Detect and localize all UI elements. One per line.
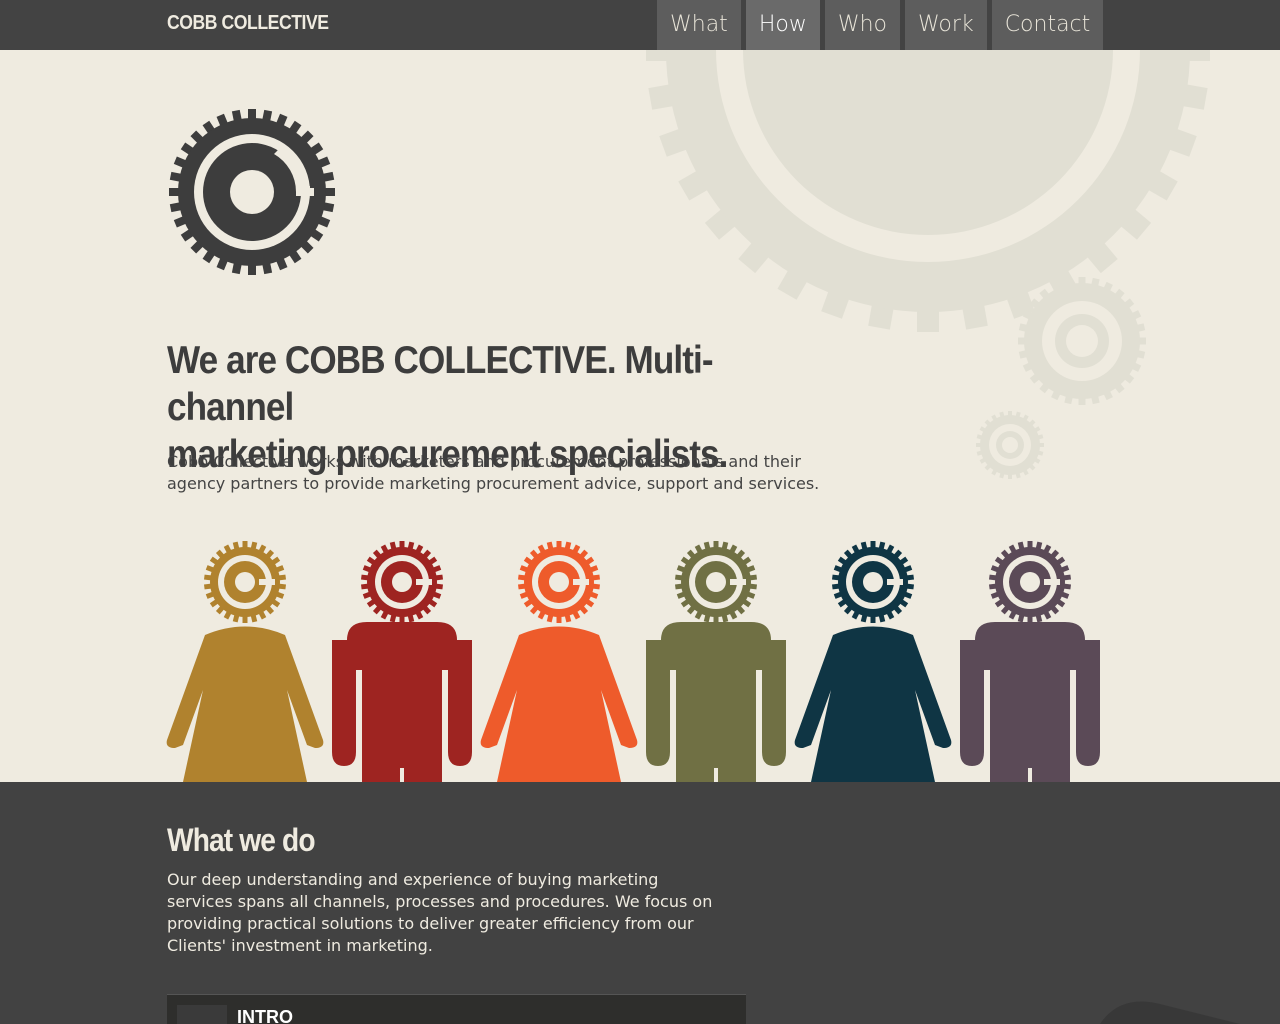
- intro-line-1: Cobb Collective works with marketers and…: [167, 452, 801, 471]
- headline-line-1: We are COBB COLLECTIVE. Multi-channel: [167, 339, 714, 429]
- nav-item-what[interactable]: What: [657, 0, 741, 50]
- section-title: What we do: [167, 822, 316, 858]
- video-title: INTRO: [237, 1007, 293, 1024]
- brand-logo-text[interactable]: COBB COLLECTIVE: [167, 12, 329, 35]
- video-thumbnail: [177, 1005, 227, 1024]
- body-line-1: Our deep understanding and experience of…: [167, 870, 659, 889]
- nav-item-work[interactable]: Work: [904, 0, 987, 50]
- person-figure-4: [646, 541, 786, 782]
- section-body: Our deep understanding and experience of…: [167, 869, 747, 957]
- main-nav: What How Who Work Contact: [657, 0, 1104, 50]
- people-illustration: [166, 541, 1100, 782]
- intro-video-player[interactable]: INTRO: [167, 994, 746, 1024]
- nav-item-contact[interactable]: Contact: [991, 0, 1104, 50]
- person-figure-3: [480, 541, 638, 782]
- intro-paragraph: Cobb Collective works with marketers and…: [167, 451, 857, 495]
- nav-item-who[interactable]: Who: [824, 0, 900, 50]
- person-figure-6: [960, 541, 1100, 782]
- body-line-4: Clients' investment in marketing.: [167, 936, 433, 955]
- person-figure-1: [166, 541, 324, 782]
- what-we-do-section: What we do Our deep understanding and ex…: [0, 782, 1280, 1024]
- body-line-3: providing practical solutions to deliver…: [167, 914, 694, 933]
- body-line-2: services spans all channels, processes a…: [167, 892, 713, 911]
- person-figure-2: [332, 541, 472, 782]
- decorative-corner-shape: [1100, 1001, 1240, 1024]
- cobb-gear-logo-icon: [169, 109, 335, 275]
- top-navigation-bar: COBB COLLECTIVE What How Who Work Contac…: [0, 0, 1280, 50]
- hero-section: We are COBB COLLECTIVE. Multi-channel ma…: [0, 50, 1280, 782]
- intro-line-2: agency partners to provide marketing pro…: [167, 474, 820, 493]
- person-figure-5: [794, 541, 952, 782]
- nav-item-how[interactable]: How: [745, 0, 820, 50]
